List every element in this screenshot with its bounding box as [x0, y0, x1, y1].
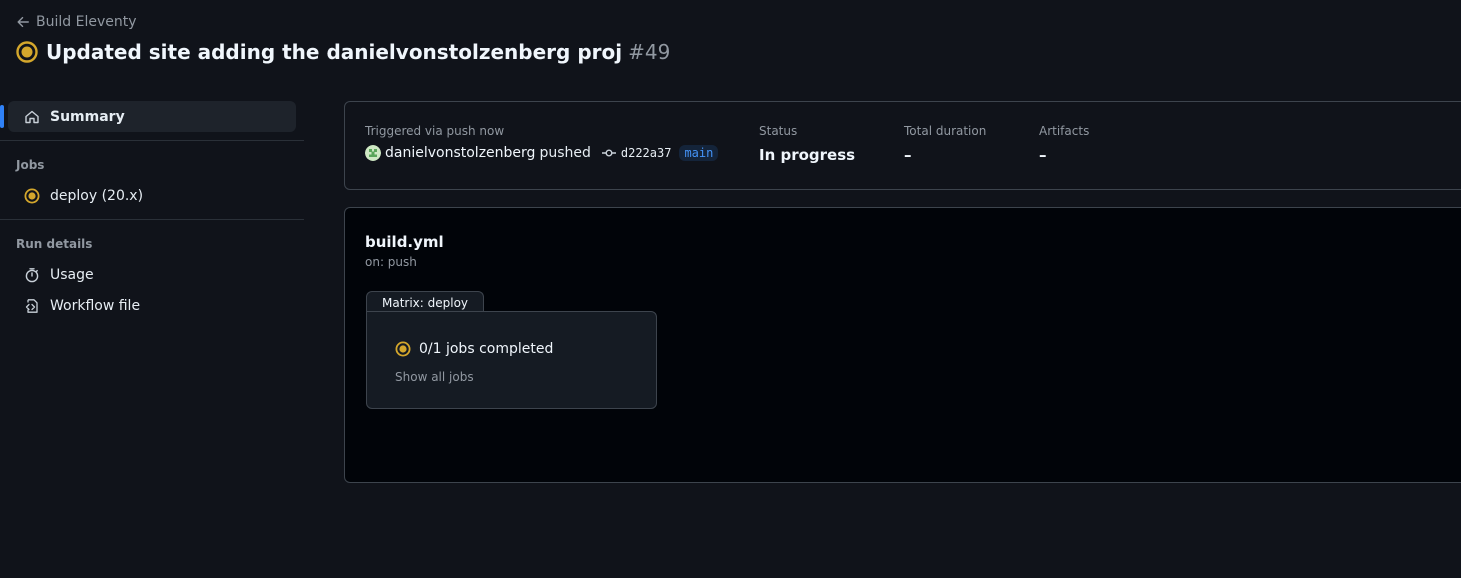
- in-progress-icon: [16, 41, 38, 63]
- in-progress-icon: [24, 188, 40, 203]
- jobs-completed-text: 0/1 jobs completed: [419, 341, 554, 357]
- run-title-row: Updated site adding the danielvonstolzen…: [16, 40, 670, 64]
- matrix-job-card[interactable]: 0/1 jobs completed Show all jobs: [366, 311, 657, 409]
- run-number: #49: [628, 40, 671, 64]
- sidebar-item-usage[interactable]: Usage: [8, 259, 296, 290]
- workflow-graph-panel: build.yml on: push Matrix: deploy 0/1 jo…: [344, 207, 1461, 483]
- sidebar-item-label: Usage: [50, 266, 94, 283]
- workflow-trigger: on: push: [365, 255, 417, 269]
- run-title-text: Updated site adding the danielvonstolzen…: [46, 40, 623, 64]
- arrow-left-icon: [17, 16, 29, 28]
- stopwatch-icon: [25, 267, 39, 282]
- commit-sha-link[interactable]: d222a37: [621, 146, 672, 160]
- sidebar-item-label: deploy (20.x): [50, 187, 144, 204]
- matrix-title: Matrix: deploy: [366, 291, 485, 313]
- branch-label[interactable]: main: [679, 145, 719, 161]
- duration-value: –: [904, 146, 912, 164]
- trigger-details: danielvonstolzenberg pushed d222a37 main: [365, 145, 719, 161]
- status-label: Status: [759, 124, 798, 138]
- artifacts-label: Artifacts: [1039, 124, 1090, 138]
- git-commit-icon: [601, 149, 616, 157]
- run-summary-panel: Triggered via push now danielvonstolzenb…: [344, 101, 1461, 190]
- sidebar-item-label: Summary: [50, 108, 125, 125]
- back-to-workflow-link[interactable]: Build Eleventy: [16, 14, 137, 30]
- actor-link[interactable]: danielvonstolzenberg: [385, 145, 535, 161]
- home-icon: [25, 110, 39, 123]
- duration-label: Total duration: [904, 124, 987, 138]
- artifacts-value: –: [1039, 146, 1047, 164]
- sidebar-item-label: Workflow file: [50, 297, 141, 314]
- run-details-heading: Run details: [16, 237, 93, 251]
- in-progress-icon: [395, 341, 411, 357]
- sidebar-item-summary[interactable]: Summary: [0, 101, 296, 132]
- trigger-action: pushed: [539, 145, 591, 161]
- trigger-label: Triggered via push now: [365, 124, 505, 138]
- file-code-icon: [25, 298, 38, 313]
- jobs-progress: 0/1 jobs completed: [395, 341, 553, 357]
- status-column: Status In progress: [759, 124, 855, 164]
- avatar[interactable]: [365, 145, 381, 161]
- sidebar-item-deploy-job[interactable]: deploy (20.x): [8, 180, 296, 211]
- run-sidebar: Summary Jobs deploy (20.x) Run details U…: [0, 101, 304, 321]
- trigger-column: Triggered via push now danielvonstolzenb…: [365, 124, 719, 161]
- page-title: Updated site adding the danielvonstolzen…: [46, 40, 670, 64]
- status-value: In progress: [759, 146, 856, 164]
- workflow-file-name: build.yml: [365, 233, 444, 251]
- jobs-heading: Jobs: [16, 158, 45, 172]
- show-all-jobs-link[interactable]: Show all jobs: [395, 370, 474, 384]
- duration-column: Total duration –: [904, 124, 986, 164]
- sidebar-item-workflow-file[interactable]: Workflow file: [8, 290, 296, 321]
- workflow-run-page: Build Eleventy Updated site adding the d…: [0, 0, 1461, 578]
- back-link-label[interactable]: Build Eleventy: [36, 14, 137, 30]
- artifacts-column: Artifacts –: [1039, 124, 1089, 164]
